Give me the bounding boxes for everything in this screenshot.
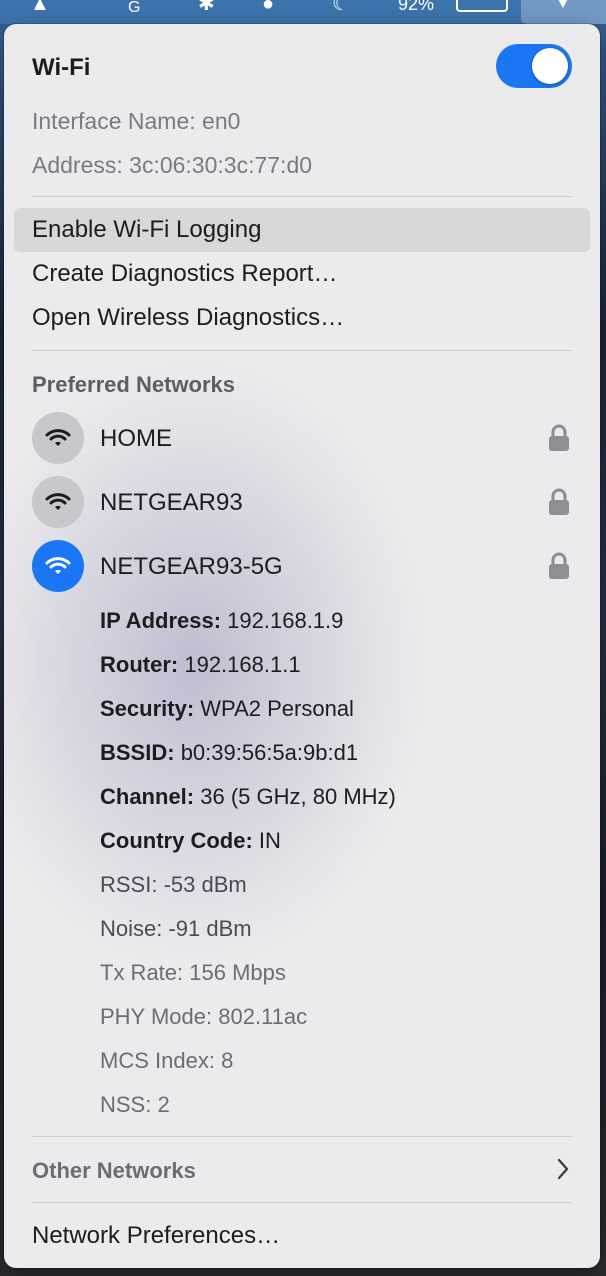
detail-bssid: BSSID: b0:39:56:5a:9b:d1 (100, 740, 359, 765)
detail-channel: Channel: 36 (5 GHz, 80 MHz) (100, 784, 396, 809)
address-label: Address: (32, 152, 123, 178)
detail-rssi: RSSI: -53 dBm (100, 872, 247, 897)
lock-icon (549, 552, 569, 579)
wifi-signal-icon (32, 412, 84, 464)
divider (32, 1202, 572, 1203)
divider (32, 196, 572, 197)
detail-security: Security: WPA2 Personal (100, 696, 354, 721)
enable-wifi-logging-item[interactable]: Enable Wi-Fi Logging (32, 216, 261, 244)
menu-bar: ▲ G ✱ ● ☾ 92% ▼ (0, 0, 606, 24)
address-value: 3c:06:30:3c:77:d0 (129, 152, 313, 178)
wifi-menu-extra[interactable]: ▼ (521, 0, 606, 24)
network-item-netgear93-5g[interactable]: NETGEAR93-5G (4, 540, 600, 592)
grammarly-icon[interactable]: G (128, 0, 140, 18)
other-networks-label: Other Networks (32, 1158, 196, 1183)
bluetooth-icon[interactable]: ✱ (198, 0, 215, 14)
address-row: Address: 3c:06:30:3c:77:d0 (32, 152, 312, 179)
wifi-menubar-icon: ▼ (553, 0, 573, 13)
battery-icon[interactable] (456, 0, 508, 12)
detail-country-code: Country Code: IN (100, 828, 281, 853)
lock-icon (549, 424, 569, 451)
detail-nss: NSS: 2 (100, 1092, 170, 1117)
detail-phy-mode: PHY Mode: 802.11ac (100, 1004, 308, 1029)
wifi-signal-icon (32, 476, 84, 528)
battery-percent: 92% (398, 0, 435, 14)
user-icon[interactable]: ● (262, 0, 274, 14)
other-networks-item[interactable]: Other Networks (4, 1148, 600, 1192)
network-item-netgear93[interactable]: NETGEAR93 (4, 476, 600, 528)
focus-moon-icon[interactable]: ☾ (332, 0, 350, 14)
preferred-networks-heading: Preferred Networks (32, 372, 235, 397)
interface-name-row: Interface Name: en0 (32, 108, 240, 135)
lock-icon (549, 488, 569, 515)
wifi-menu-panel: Wi-Fi Interface Name: en0 Address: 3c:06… (4, 24, 600, 1268)
network-name: NETGEAR93 (100, 489, 243, 516)
detail-ip-address: IP Address: 192.168.1.9 (100, 608, 344, 633)
create-diagnostics-report-item[interactable]: Create Diagnostics Report… (32, 260, 337, 288)
open-wireless-diagnostics-item[interactable]: Open Wireless Diagnostics… (32, 304, 344, 332)
detail-mcs-index: MCS Index: 8 (100, 1048, 234, 1073)
divider (32, 1136, 572, 1137)
network-name: NETGEAR93-5G (100, 553, 283, 580)
detail-noise: Noise: -91 dBm (100, 916, 252, 941)
wifi-toggle[interactable] (496, 44, 572, 88)
detail-tx-rate: Tx Rate: 156 Mbps (100, 960, 286, 985)
app-icon[interactable]: ▲ (30, 0, 50, 14)
wifi-toggle-knob (532, 48, 568, 84)
interface-name-value: en0 (202, 108, 241, 134)
chevron-right-icon[interactable] (556, 1158, 570, 1180)
detail-router: Router: 192.168.1.1 (100, 652, 301, 677)
wifi-connected-icon (32, 540, 84, 592)
network-preferences-item[interactable]: Network Preferences… (32, 1222, 280, 1250)
network-item-home[interactable]: HOME (4, 412, 600, 464)
divider (32, 350, 572, 351)
network-name: HOME (100, 425, 172, 452)
wifi-title: Wi-Fi (32, 54, 91, 81)
interface-name-label: Interface Name: (32, 108, 196, 134)
